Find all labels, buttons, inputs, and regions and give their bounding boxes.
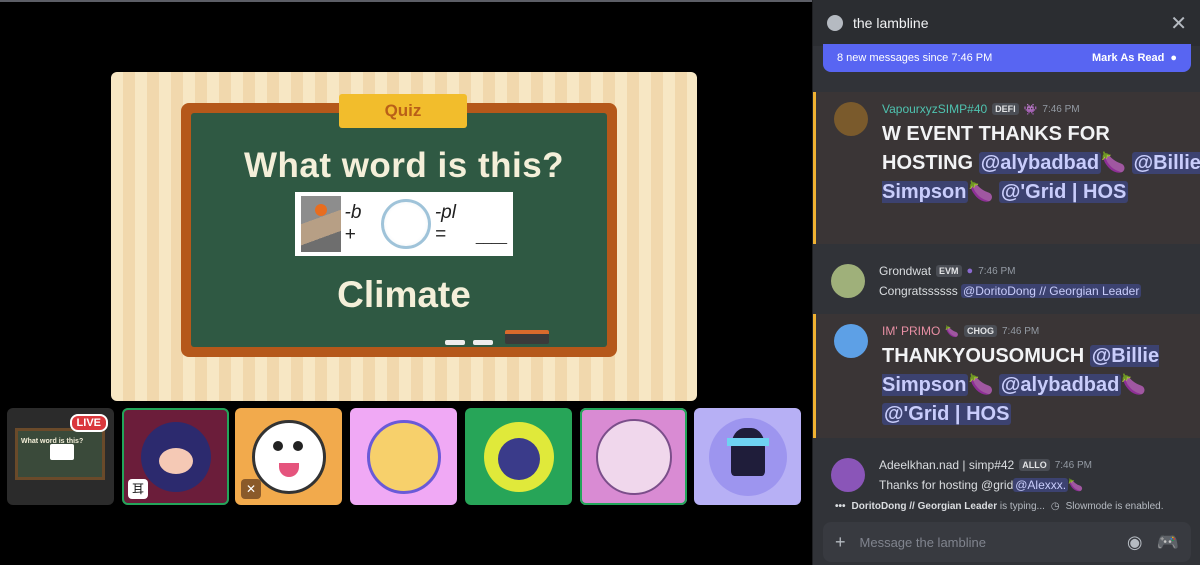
chalk	[473, 340, 493, 345]
eggplant-emoji: 🍆	[1101, 152, 1127, 174]
mark-read-icon: ●	[1170, 52, 1177, 64]
avatar[interactable]	[834, 102, 868, 136]
eggplant-emoji: 🍆	[968, 374, 994, 396]
mention[interactable]: @Alexxx.	[1013, 478, 1069, 492]
typing-dots-icon: •••	[835, 501, 846, 512]
participant-tile[interactable]: ✕	[235, 408, 342, 505]
close-icon[interactable]: ✕	[1170, 11, 1187, 36]
avatar[interactable]	[834, 324, 868, 358]
rebus-text-2: -pl =	[434, 202, 456, 245]
timestamp: 7:46 PM	[1054, 459, 1092, 471]
avatar[interactable]	[831, 264, 865, 298]
message-text: Thanks for hosting @grid	[879, 478, 1014, 492]
role-tag: CHOG	[964, 325, 997, 337]
slowmode-icon: ◷	[1050, 501, 1060, 512]
stage-area: Quiz What word is this? -b + -pl = ____ …	[0, 0, 812, 565]
chat-message[interactable]: VapourxyzSIMP#40 DEFI 👾 7:46 PM W EVENT THA…	[813, 92, 1200, 244]
avatar	[366, 419, 441, 494]
monitor-icon	[50, 444, 74, 460]
rebus-blank: ____	[475, 228, 507, 244]
mention[interactable]: @'Grid | HOS	[998, 181, 1129, 203]
message-text: THANKYOUSOMUCH	[882, 345, 1085, 367]
username[interactable]: Adeelkhan.nad | simp#42	[879, 458, 1014, 472]
eggplant-emoji: 🍆	[968, 181, 994, 203]
typing-text: is typing...	[999, 501, 1045, 512]
typing-indicator: ••• DoritoDong // Georgian Leader is typ…	[835, 501, 1163, 512]
participant-tile-stream[interactable]: What word is this? LIVE	[7, 408, 114, 505]
participant-tile[interactable]	[465, 408, 572, 505]
new-messages-text: 8 new messages since 7:46 PM	[837, 52, 993, 64]
avatar	[708, 417, 787, 496]
avatar	[251, 419, 326, 494]
eggplant-emoji: 🍆	[945, 325, 959, 338]
message-body: Thanks for hosting @grid @Alexxx. 🍆	[879, 476, 1200, 494]
live-badge: LIVE	[69, 414, 108, 432]
mention[interactable]: @alybadbad	[998, 374, 1122, 396]
gamepad-icon[interactable]: 🎮	[1157, 532, 1179, 553]
mark-as-read-button[interactable]: Mark As Read ●	[1092, 52, 1177, 64]
timestamp: 7:46 PM	[1042, 103, 1080, 115]
participant-tile[interactable]: 耳	[122, 408, 229, 505]
new-messages-bar[interactable]: 8 new messages since 7:46 PM Mark As Rea…	[823, 44, 1191, 72]
rebus-text-1: -b +	[344, 202, 362, 245]
badge-icon: ●	[966, 265, 974, 277]
username[interactable]: IM' PRIMO	[882, 324, 940, 338]
avatar[interactable]	[831, 458, 865, 492]
participant-tile[interactable]	[694, 408, 801, 505]
muted-mic-icon: ✕	[241, 479, 261, 499]
username[interactable]: Grondwat	[879, 264, 931, 278]
chat-message[interactable]: Grondwat EVM ● 7:46 PM Congratssssss @Dorit…	[813, 254, 1200, 310]
badge-icon: 👾	[1023, 103, 1038, 116]
avatar	[483, 421, 554, 492]
mark-as-read-label: Mark As Read	[1092, 52, 1165, 64]
chat-message[interactable]: IM' PRIMO 🍆 CHOG 7:46 PM THANKYOUSOMUCH @Bi…	[813, 314, 1200, 438]
slide-question: What word is this?	[243, 146, 565, 185]
timestamp: 7:46 PM	[978, 265, 1016, 277]
eraser	[505, 330, 549, 344]
sticker-icon[interactable]: ◉	[1127, 532, 1143, 553]
slowmode-text: Slowmode is enabled.	[1065, 501, 1164, 512]
eggplant-emoji: 🍆	[1121, 374, 1147, 396]
message-body: Congratssssss @DoritoDong // Georgian Le…	[879, 282, 1200, 300]
slide-answer: Climate	[337, 274, 471, 315]
deafen-icon: 耳	[128, 479, 148, 499]
rebus-puzzle: -b + -pl = ____	[295, 192, 513, 256]
avatar	[140, 421, 211, 492]
message-body: W EVENT THANKS FOR HOSTING @alybadbad 🍆 @…	[882, 120, 1200, 207]
chalk	[445, 340, 465, 345]
username[interactable]: VapourxyzSIMP#40	[882, 102, 987, 116]
chat-title: the lambline	[853, 15, 929, 31]
top-divider	[0, 0, 812, 2]
thread-icon	[827, 15, 843, 31]
eggplant-emoji: 🍆	[1068, 478, 1084, 492]
screen-share-slide[interactable]: Quiz What word is this? -b + -pl = ____ …	[111, 72, 697, 401]
typing-user: DoritoDong // Georgian Leader	[851, 501, 998, 512]
mention[interactable]: @'Grid | HOS	[882, 403, 1012, 425]
participant-tile[interactable]	[580, 408, 687, 505]
role-tag: EVM	[936, 265, 962, 277]
role-tag: DEFI	[992, 103, 1019, 115]
role-tag: ALLO	[1019, 459, 1050, 471]
timestamp: 7:46 PM	[1002, 325, 1040, 337]
chat-header: the lambline ✕	[813, 0, 1200, 46]
climber-image	[301, 196, 341, 252]
message-input[interactable]	[859, 534, 1113, 550]
message-text: Congratssssss	[879, 284, 958, 298]
message-composer: + ◉ 🎮	[823, 522, 1191, 562]
plate-image	[381, 199, 431, 249]
avatar	[595, 418, 672, 495]
thread-chat-panel: the lambline ✕ 8 new messages since 7:46…	[812, 0, 1200, 565]
participant-tile[interactable]	[350, 408, 457, 505]
mention[interactable]: @alybadbad	[978, 152, 1102, 174]
mention[interactable]: @DoritoDong // Georgian Leader	[961, 284, 1142, 298]
add-attachment-icon[interactable]: +	[835, 532, 846, 553]
message-body: THANKYOUSOMUCH @Billie Simpson 🍆 @alybadb…	[882, 342, 1200, 429]
quiz-banner: Quiz	[327, 94, 479, 128]
chat-message[interactable]: Adeelkhan.nad | simp#42 ALLO 7:46 PM Thank…	[813, 448, 1200, 498]
